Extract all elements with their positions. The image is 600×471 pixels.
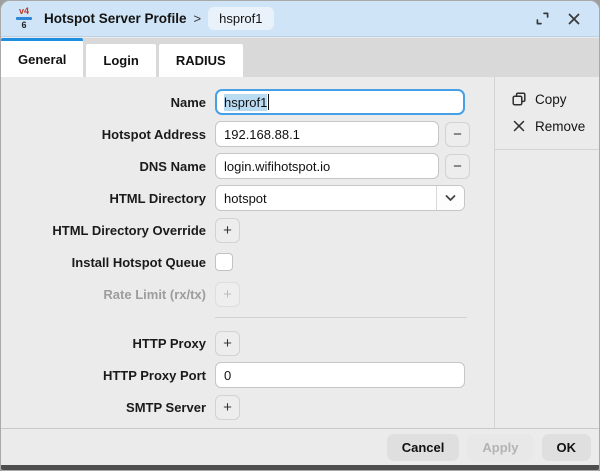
dialog-title: Hotspot Server Profile (44, 11, 187, 26)
install-hotspot-queue-checkbox[interactable] (215, 253, 233, 271)
html-directory-dropdown-button[interactable] (436, 186, 464, 210)
close-icon (567, 12, 581, 26)
dialog-footer: Cancel Apply OK (1, 428, 599, 465)
plus-icon: + (223, 222, 232, 239)
ok-button[interactable]: OK (542, 434, 592, 461)
dns-name-label: DNS Name (1, 159, 215, 174)
expand-icon (535, 11, 550, 26)
tab-login[interactable]: Login (86, 44, 155, 77)
profile-name-chip: hsprof1 (208, 7, 273, 30)
remove-button[interactable]: Remove (511, 114, 599, 138)
remove-label: Remove (535, 119, 585, 134)
text-caret (268, 94, 270, 110)
rate-limit-label: Rate Limit (rx/tx) (1, 287, 215, 302)
copy-button[interactable]: Copy (511, 87, 599, 111)
name-label: Name (1, 95, 215, 110)
http-proxy-port-input[interactable] (215, 362, 465, 388)
tab-strip: General Login RADIUS (1, 38, 599, 77)
name-input[interactable]: hsprof1 (215, 89, 465, 115)
rate-limit-add-button[interactable]: + (215, 282, 240, 307)
copy-icon (511, 92, 527, 106)
smtp-server-add-button[interactable]: + (215, 395, 240, 420)
http-proxy-label: HTTP Proxy (1, 336, 215, 351)
plus-icon: + (223, 286, 232, 303)
copy-label: Copy (535, 92, 567, 107)
http-proxy-port-label: HTTP Proxy Port (1, 368, 215, 383)
minus-icon: − (453, 158, 462, 175)
http-proxy-add-button[interactable]: + (215, 331, 240, 356)
titlebar: v4 6 Hotspot Server Profile > hsprof1 (1, 1, 599, 37)
smtp-server-label: SMTP Server (1, 400, 215, 415)
cancel-button[interactable]: Cancel (387, 434, 460, 461)
window-bottom-edge (1, 465, 599, 470)
hotspot-address-label: Hotspot Address (1, 127, 215, 142)
remove-x-icon (511, 120, 527, 132)
hotspot-address-input[interactable] (215, 121, 439, 147)
plus-icon: + (223, 335, 232, 352)
dns-name-remove-button[interactable]: − (445, 154, 470, 179)
dns-name-input[interactable] (215, 153, 439, 179)
name-value-selected: hsprof1 (224, 94, 267, 111)
apply-button[interactable]: Apply (467, 434, 533, 461)
expand-window-button[interactable] (529, 6, 555, 32)
general-tab-panel: Name hsprof1 Hotspot Address − DNS Name … (1, 77, 599, 428)
plus-icon: + (223, 399, 232, 416)
breadcrumb-separator: > (194, 11, 202, 26)
chevron-down-icon (445, 194, 456, 202)
hotspot-server-profile-dialog: v4 6 Hotspot Server Profile > hsprof1 Ge… (0, 0, 600, 471)
tab-general[interactable]: General (1, 38, 83, 77)
form-section-divider (215, 317, 467, 318)
install-hotspot-queue-label: Install Hotspot Queue (1, 255, 215, 270)
minus-icon: − (453, 126, 462, 143)
icon-text-v4: v4 (19, 6, 29, 16)
html-directory-combobox[interactable]: hotspot (215, 185, 465, 211)
ipv4-ipv6-app-icon: v4 6 (13, 7, 35, 31)
close-window-button[interactable] (561, 6, 587, 32)
html-directory-override-add-button[interactable]: + (215, 218, 240, 243)
hotspot-address-remove-button[interactable]: − (445, 122, 470, 147)
html-directory-label: HTML Directory (1, 191, 215, 206)
html-directory-override-label: HTML Directory Override (1, 223, 215, 238)
tab-radius[interactable]: RADIUS (159, 44, 243, 77)
html-directory-value: hotspot (216, 186, 436, 210)
icon-text-6: 6 (21, 21, 26, 30)
side-action-panel: Copy Remove (494, 77, 599, 428)
